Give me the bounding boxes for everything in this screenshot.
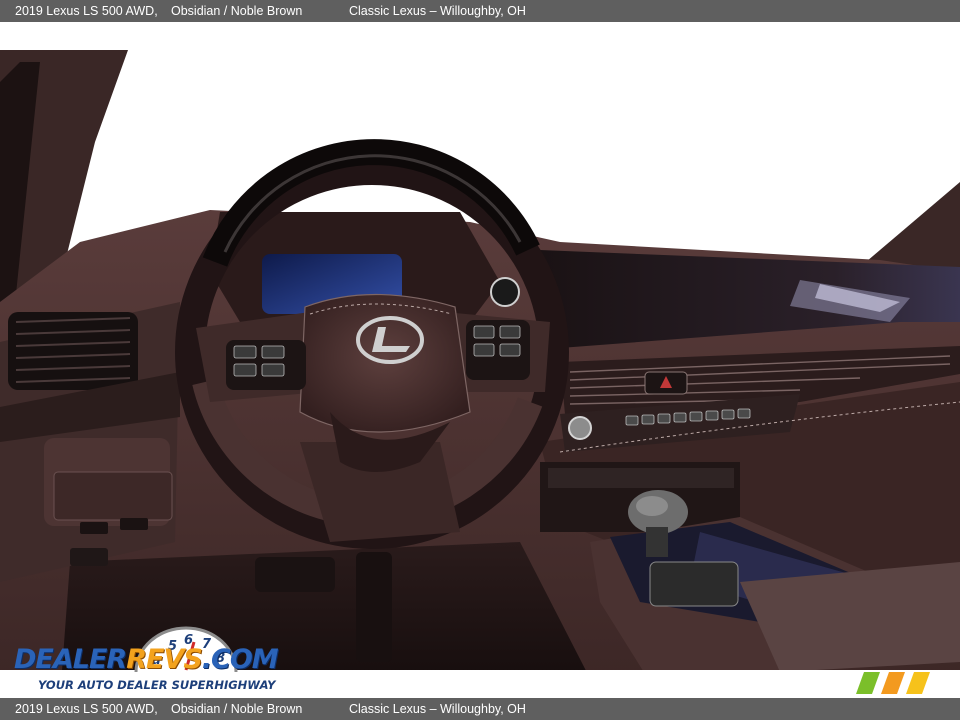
dashboard-illustration <box>0 22 960 698</box>
switch-left <box>80 522 108 534</box>
stripes-logo-icon <box>856 672 930 694</box>
logo-brand-dealer: Dealer <box>14 644 127 675</box>
caption-dealer-bottom: Classic Lexus – Willoughby, OH <box>349 702 526 716</box>
control-knob <box>568 416 592 440</box>
dealerrevs-logo[interactable]: a 5 6 7 8 DealerRevs.com Your Auto Deale… <box>12 624 279 696</box>
caption-dealer: Classic Lexus – Willoughby, OH <box>349 4 526 18</box>
caption-bar-bottom: 2019 Lexus LS 500 AWD, Obsidian / Noble … <box>0 698 960 720</box>
logo-brand-revs: Revs <box>126 644 203 675</box>
analog-clock <box>490 277 520 307</box>
switch-right <box>120 518 148 530</box>
logo-wordmark: DealerRevs.com <box>14 644 279 675</box>
accelerator-pedal <box>356 552 392 662</box>
caption-colors-bottom: Obsidian / Noble Brown <box>171 702 303 716</box>
caption-colors: Obsidian / Noble Brown <box>171 4 303 18</box>
logo-tagline: Your Auto Dealer SuperHighway <box>38 678 276 692</box>
pedal <box>255 557 335 592</box>
interior-photo <box>0 22 960 698</box>
touchpad <box>649 561 739 607</box>
hood-release <box>70 548 108 566</box>
caption-vehicle-bottom: 2019 Lexus LS 500 AWD, <box>15 702 158 716</box>
caption-vehicle: 2019 Lexus LS 500 AWD, <box>15 4 158 18</box>
caption-bar-top: 2019 Lexus LS 500 AWD, Obsidian / Noble … <box>0 0 960 22</box>
logo-brand-suffix: .com <box>201 644 279 675</box>
